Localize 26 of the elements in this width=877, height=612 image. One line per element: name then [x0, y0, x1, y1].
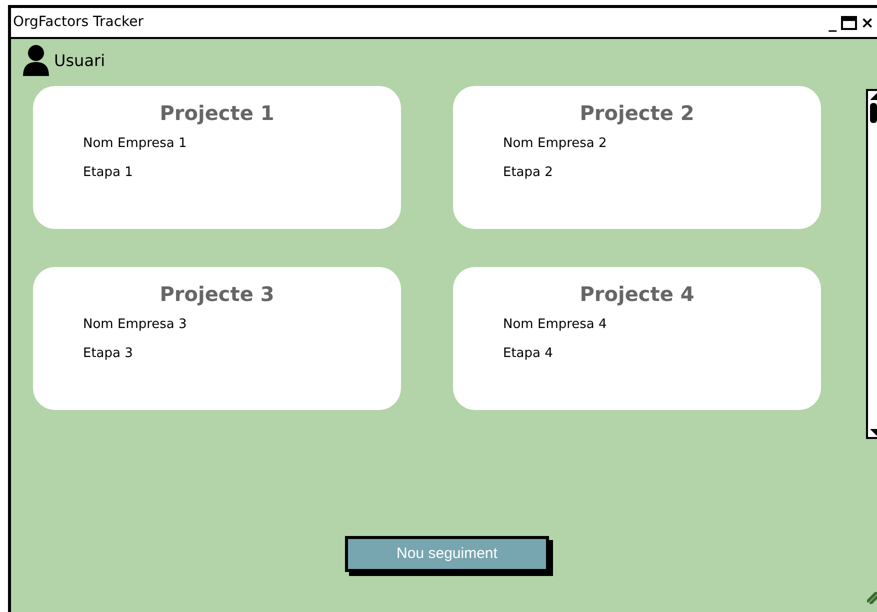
- scrollbar[interactable]: [866, 89, 877, 439]
- minimize-button[interactable]: _: [828, 14, 837, 30]
- project-stage: Etapa 1: [83, 164, 134, 182]
- project-card[interactable]: Projecte 3 Nom Empresa 3 Etapa 3: [33, 267, 401, 410]
- project-card[interactable]: Projecte 4 Nom Empresa 4 Etapa 4: [453, 267, 821, 410]
- project-title: Projecte 3: [158, 281, 276, 308]
- project-title: Projecte 4: [578, 281, 696, 308]
- scroll-down-icon[interactable]: [868, 427, 877, 437]
- project-title: Projecte 1: [158, 100, 276, 127]
- company-name: Nom Empresa 3: [83, 316, 188, 334]
- maximize-button[interactable]: [840, 16, 857, 30]
- project-card[interactable]: Projecte 2 Nom Empresa 2 Etapa 2: [453, 86, 821, 229]
- project-stage: Etapa 4: [503, 344, 554, 362]
- project-stage: Etapa 2: [503, 164, 554, 182]
- project-card[interactable]: Projecte 1 Nom Empresa 1 Etapa 1: [33, 86, 401, 229]
- user-name: Usuari: [54, 50, 106, 72]
- close-button[interactable]: ×: [860, 14, 874, 30]
- user-icon: [22, 45, 50, 76]
- window-title: OrgFactors Tracker: [13, 13, 144, 32]
- company-name: Nom Empresa 4: [503, 316, 608, 334]
- resize-grip-icon[interactable]: [867, 592, 877, 604]
- scroll-up-icon[interactable]: [868, 91, 877, 125]
- company-name: Nom Empresa 2: [503, 135, 608, 153]
- company-name: Nom Empresa 1: [83, 135, 188, 153]
- project-stage: Etapa 3: [83, 344, 134, 362]
- project-title: Projecte 2: [578, 100, 696, 127]
